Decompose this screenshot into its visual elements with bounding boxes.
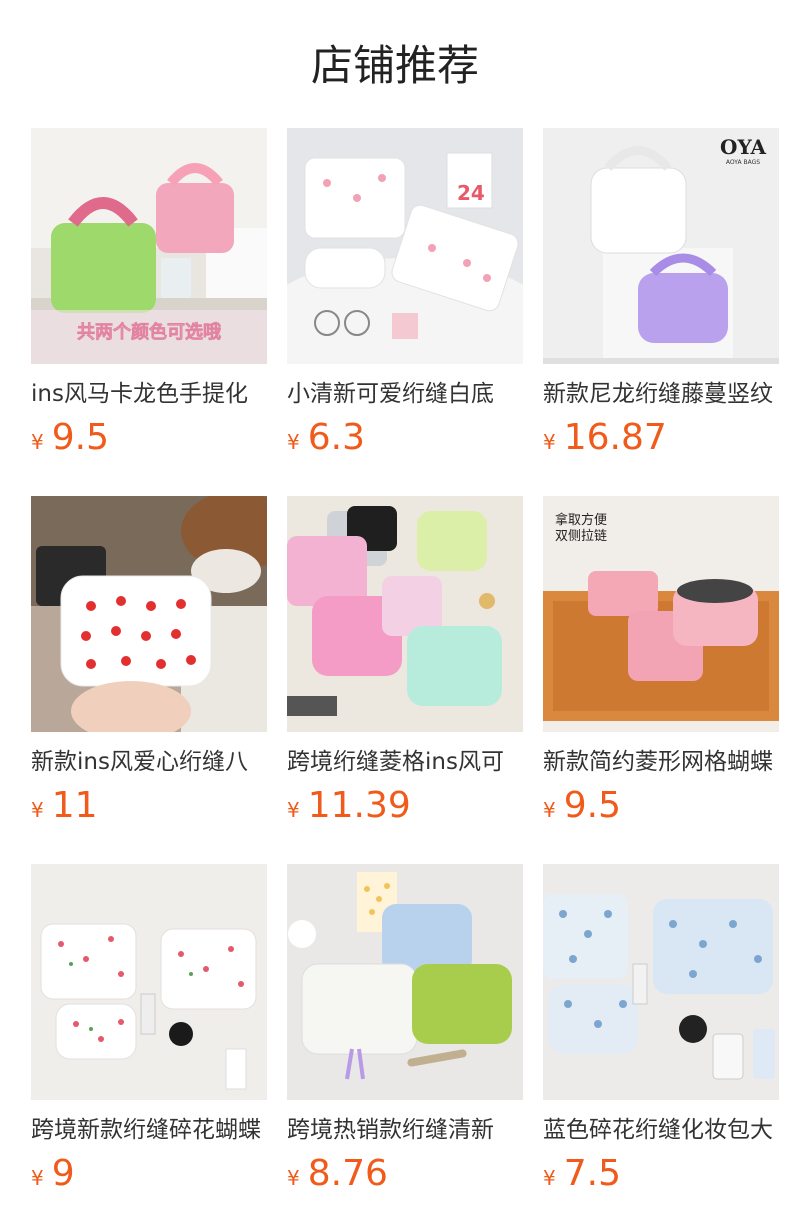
currency-symbol: ¥ — [287, 1166, 300, 1190]
product-card[interactable]: 24 小清新可爱绗缝白底 ¥6.3 — [287, 128, 523, 468]
product-name[interactable]: 跨境热销款绗缝清新 — [287, 1113, 523, 1147]
product-card[interactable]: 跨境热销款绗缝清新 ¥8.76 — [287, 864, 523, 1204]
price-value: 8.76 — [307, 1153, 388, 1194]
product-price: ¥11.39 — [287, 784, 411, 828]
currency-symbol: ¥ — [31, 798, 44, 822]
brand-subtitle: AOYA BAGS — [726, 159, 760, 166]
currency-symbol: ¥ — [31, 430, 44, 454]
product-price: ¥6.3 — [287, 416, 365, 460]
image-caption: 拿取方便 — [555, 512, 607, 528]
product-name[interactable]: 跨境新款绗缝碎花蝴蝶 — [31, 1113, 267, 1147]
price-value: 11 — [51, 785, 98, 826]
product-name[interactable]: 小清新可爱绗缝白底 — [287, 377, 523, 411]
product-price: ¥9.5 — [31, 416, 109, 460]
currency-symbol: ¥ — [287, 430, 300, 454]
product-image[interactable] — [287, 496, 523, 732]
image-caption-2: 双侧拉链 — [555, 529, 607, 544]
currency-symbol: ¥ — [31, 1166, 44, 1190]
page-title: 店铺推荐 — [310, 41, 479, 90]
product-name[interactable]: ins风马卡龙色手提化 — [31, 377, 267, 411]
image-caption: 共两个颜色可选哦 — [77, 321, 221, 343]
product-price: ¥7.5 — [543, 1152, 621, 1196]
product-card[interactable]: 跨境绗缝菱格ins风可 ¥11.39 — [287, 496, 523, 836]
product-image[interactable]: 拿取方便 双侧拉链 — [543, 496, 779, 732]
currency-symbol: ¥ — [543, 430, 556, 454]
product-image[interactable]: 24 — [287, 128, 523, 364]
product-card[interactable]: 共两个颜色可选哦 ins风马卡龙色手提化 ¥9.5 — [31, 128, 267, 468]
product-card[interactable]: 蓝色碎花绗缝化妆包大 ¥7.5 — [543, 864, 779, 1204]
brand-logo: OYA — [720, 135, 766, 159]
product-price: ¥9 — [31, 1152, 75, 1196]
product-name[interactable]: 蓝色碎花绗缝化妆包大 — [543, 1113, 779, 1147]
product-card[interactable]: 新款ins风爱心绗缝八 ¥11 — [31, 496, 267, 836]
product-image[interactable]: 共两个颜色可选哦 — [31, 128, 267, 364]
product-price: ¥8.76 — [287, 1152, 388, 1196]
product-name[interactable]: 新款简约菱形网格蝴蝶 — [543, 745, 779, 779]
price-value: 9 — [51, 1153, 75, 1194]
product-image[interactable] — [31, 864, 267, 1100]
price-value: 11.39 — [307, 785, 411, 826]
product-image[interactable]: OYA AOYA BAGS — [543, 128, 779, 364]
product-price: ¥16.87 — [543, 416, 667, 460]
price-value: 9.5 — [563, 785, 621, 826]
currency-symbol: ¥ — [543, 798, 556, 822]
page-header: 店铺推荐 — [0, 0, 790, 128]
product-name[interactable]: 新款尼龙绗缝藤蔓竖纹 — [543, 377, 779, 411]
currency-symbol: ¥ — [287, 798, 300, 822]
price-value: 6.3 — [307, 417, 365, 458]
product-card[interactable]: 跨境新款绗缝碎花蝴蝶 ¥9 — [31, 864, 267, 1204]
product-name[interactable]: 跨境绗缝菱格ins风可 — [287, 745, 523, 779]
product-name[interactable]: 新款ins风爱心绗缝八 — [31, 745, 267, 779]
price-value: 16.87 — [563, 417, 667, 458]
product-price: ¥9.5 — [543, 784, 621, 828]
product-image[interactable] — [287, 864, 523, 1100]
product-image[interactable] — [543, 864, 779, 1100]
currency-symbol: ¥ — [543, 1166, 556, 1190]
price-value: 9.5 — [51, 417, 109, 458]
product-price: ¥11 — [31, 784, 98, 828]
image-badge: 24 — [457, 181, 485, 205]
product-image[interactable] — [31, 496, 267, 732]
price-value: 7.5 — [563, 1153, 621, 1194]
product-card[interactable]: OYA AOYA BAGS 新款尼龙绗缝藤蔓竖纹 ¥16.87 — [543, 128, 779, 468]
product-card[interactable]: 拿取方便 双侧拉链 新款简约菱形网格蝴蝶 ¥9.5 — [543, 496, 779, 836]
